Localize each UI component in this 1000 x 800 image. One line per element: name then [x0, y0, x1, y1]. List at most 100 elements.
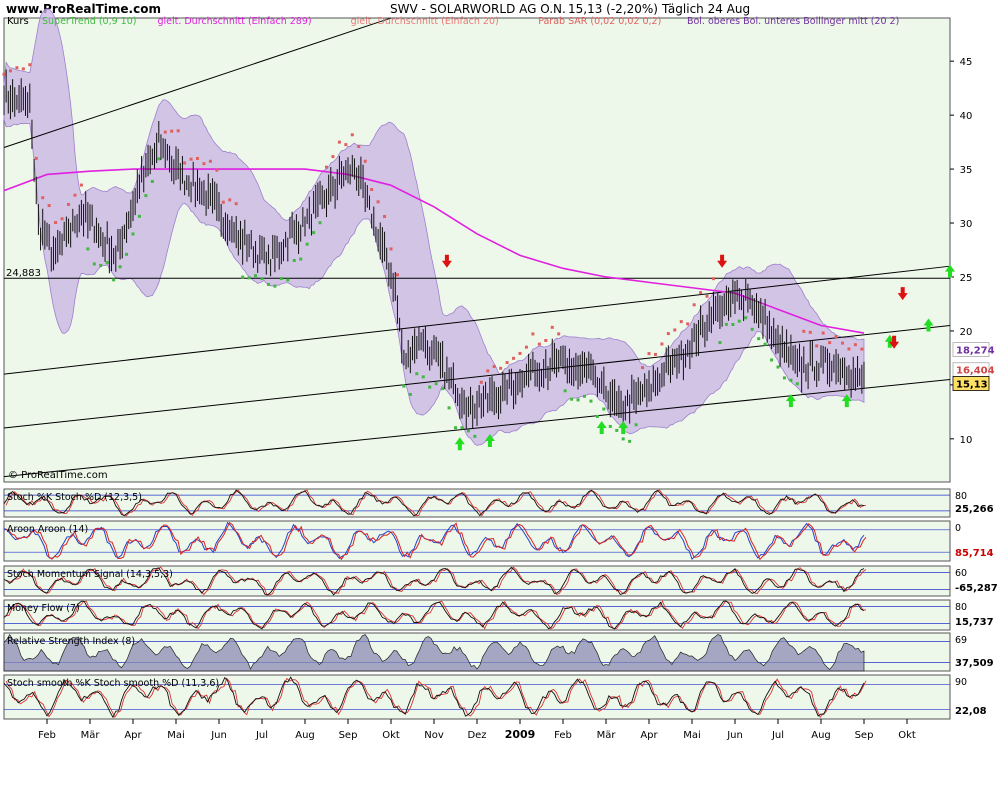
sar-dot [454, 426, 457, 430]
x-tick-label: Mai [683, 730, 701, 741]
x-tick-label: Jun [210, 730, 227, 741]
last-value-label-3: 15,13 [952, 376, 990, 391]
sar-dot [163, 130, 167, 134]
sar-dot [557, 332, 561, 336]
sar-dot [299, 257, 303, 261]
sar-dot [208, 159, 212, 163]
sar-dot [54, 221, 58, 225]
sar-dot [434, 382, 438, 386]
sar-dot [757, 337, 761, 341]
sar-dot [473, 434, 477, 438]
x-tick-label: Jul [771, 730, 784, 741]
y-tick-label-40: 40 [960, 111, 973, 122]
x-tick-label: Sep [855, 730, 874, 741]
sar-dot [389, 247, 393, 251]
legend-item-5: Bol. oberes Bol. unteres Bollinger mitt … [687, 16, 899, 27]
sar-dot [531, 332, 535, 336]
sar-dot [273, 284, 277, 288]
y-tick-label-30: 30 [960, 219, 973, 230]
sar-dot [595, 414, 599, 418]
x-tick-label: 2009 [505, 728, 536, 741]
sar-dot [641, 366, 645, 370]
y-tick-label-10: 10 [960, 435, 973, 446]
indicator-panels: Stoch %K Stoch %D (12,3,5) 80 25,266 Aroon … [3, 488, 998, 720]
x-tick-label: Aug [295, 730, 315, 741]
site-title[interactable]: www.ProRealTime.com [6, 2, 161, 16]
sar-dot [653, 352, 657, 356]
sar-dot [305, 242, 309, 246]
sar-dot [808, 330, 812, 334]
sar-dot [737, 319, 741, 323]
panel-plot-area [3, 520, 951, 562]
panel-stoch-momentum[interactable]: Stoch Momentum Signal (14,3,5,3) 60 -65,28… [3, 565, 998, 597]
sar-dot [60, 217, 64, 221]
sar-dot [92, 262, 96, 266]
legend-item-3: gleit. Durchschnitt (Einfach 20) [351, 16, 499, 27]
sar-dot [8, 69, 12, 73]
x-tick-label: Okt [382, 730, 400, 741]
x-tick-label: Nov [424, 730, 444, 741]
sar-dot [86, 247, 90, 251]
panel-stoch-smooth[interactable]: Stoch smooth %K Stoch smooth %D (11,3,6)… [3, 674, 991, 720]
sar-dot [28, 63, 32, 67]
panel-tick-label: 60 [955, 568, 967, 579]
sar-dot [524, 345, 528, 349]
y-tick-label-25: 25 [960, 273, 973, 284]
sar-dot [544, 338, 548, 342]
sar-dot [628, 439, 632, 443]
last-value-text: 18,274 [956, 346, 995, 357]
panel-label: Stoch %K Stoch %D (12,3,5) [7, 492, 142, 503]
legend-item-2: gleit. Durchschnitt (Einfach 289) [157, 16, 311, 27]
x-tick-label: Mär [597, 730, 617, 741]
sar-dot [176, 129, 180, 133]
sar-dot [41, 196, 45, 200]
sar-dot [279, 277, 283, 281]
sar-dot [344, 143, 348, 147]
chart-canvas: www.ProRealTime.com SWV - SOLARWORLD AG … [0, 0, 1000, 800]
panel-stoch[interactable]: Stoch %K Stoch %D (12,3,5) 80 25,266 [3, 488, 994, 518]
x-tick-label: Sep [339, 730, 358, 741]
sar-dot [408, 392, 412, 396]
sar-dot [615, 428, 619, 432]
sar-dot [621, 437, 625, 441]
sar-dot [821, 331, 825, 335]
sar-dot [241, 275, 245, 279]
sar-dot [666, 332, 670, 336]
sar-dot [486, 369, 490, 373]
panel-tick-label: 0 [955, 523, 961, 534]
sar-dot [841, 341, 844, 345]
sar-dot [537, 342, 541, 346]
sar-dot [73, 193, 77, 197]
sar-dot [395, 273, 399, 277]
sar-dot [750, 327, 754, 331]
sar-dot [447, 406, 451, 410]
sar-dot [460, 426, 464, 430]
sar-dot [363, 159, 367, 163]
sar-dot [724, 322, 728, 326]
panel-aroon[interactable]: Aroon Aroon (14) 0 85,714 [3, 520, 994, 562]
sar-dot [228, 198, 232, 202]
x-tick-label: Apr [124, 730, 142, 741]
sar-dot [853, 343, 857, 347]
sar-dot [492, 364, 496, 368]
last-value-text: 15,13 [956, 379, 988, 390]
price-panel-label: Kurs [7, 16, 29, 27]
panel-rsi[interactable]: Relative Strength Index (8) 69 37,509 [3, 632, 994, 672]
sar-dot [692, 303, 696, 307]
sar-dot [105, 261, 109, 265]
sar-dot [318, 221, 322, 225]
x-tick-label: Aug [811, 730, 831, 741]
panel-label: Stoch smooth %K Stoch smooth %D (11,3,6) [7, 678, 219, 689]
y-tick-label-45: 45 [960, 57, 973, 68]
sar-dot [608, 424, 612, 428]
sar-dot [673, 328, 677, 332]
x-tick-label: Apr [640, 730, 658, 741]
sar-dot [34, 156, 38, 160]
sar-dot [99, 263, 103, 267]
sar-dot [337, 140, 341, 144]
sar-dot [221, 200, 225, 204]
sar-dot [647, 352, 651, 356]
sar-dot [828, 341, 832, 345]
sar-dot [782, 376, 786, 380]
panel-money-flow[interactable]: Money Flow (7) 80 15,737 [3, 599, 994, 631]
